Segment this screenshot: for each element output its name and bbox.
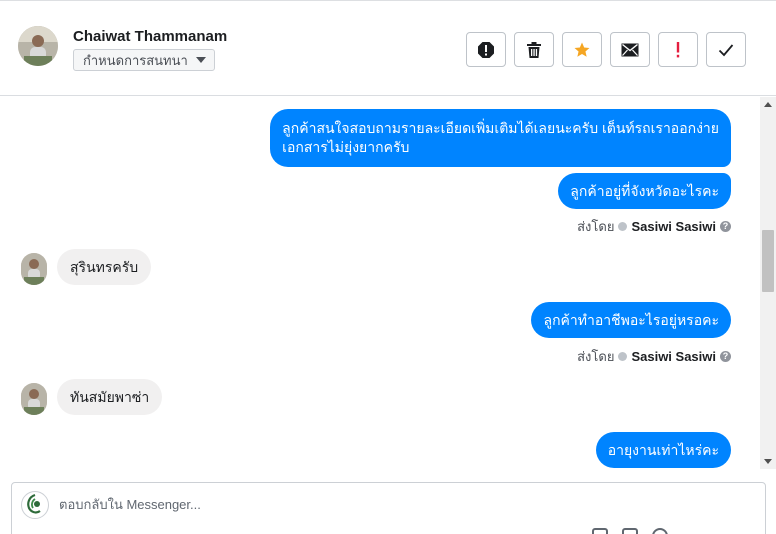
message-thread: ลูกค้าสนใจสอบถามรายละเอียดเพิ่มเติมได้เล… (0, 97, 760, 469)
question-icon[interactable]: ? (720, 351, 731, 362)
conversation-header: Chaiwat Thammanam กำหนดการสนทนา (0, 1, 776, 96)
emoji-icon[interactable] (652, 528, 668, 534)
outgoing-message: ลูกค้าทำอาชีพอะไรอยู่หรอคะ (531, 302, 731, 338)
assign-label: กำหนดการสนทนา (83, 52, 188, 68)
mark-unread-button[interactable] (610, 32, 650, 67)
incoming-message: สุรินทรครับ (57, 249, 152, 285)
incoming-message: ทันสมัยพาซ่า (57, 379, 163, 415)
checkmark-icon (718, 43, 734, 56)
message-text: ลูกค้าทำอาชีพอะไรอยู่หรอคะ (543, 311, 719, 328)
reply-input[interactable] (59, 497, 719, 512)
scroll-down-arrow-icon[interactable] (764, 459, 772, 464)
envelope-icon (621, 43, 639, 56)
sender-name[interactable]: Sasiwi Sasiwi (631, 349, 716, 364)
reply-composer (11, 482, 766, 534)
scroll-up-arrow-icon[interactable] (764, 102, 772, 107)
follow-up-button[interactable] (658, 32, 698, 67)
outgoing-message: ลูกค้าสนใจสอบถามรายละเอียดเพิ่มเติมได้เล… (270, 109, 731, 167)
sender-name[interactable]: Sasiwi Sasiwi (631, 219, 716, 234)
thread-scrollbar[interactable] (760, 97, 776, 469)
spam-button[interactable] (466, 32, 506, 67)
exclamation-icon (676, 41, 680, 57)
star-icon (574, 42, 590, 57)
conversation-actions (466, 32, 746, 67)
sent-by-prefix: ส่งโดย (577, 349, 615, 364)
verified-dot-icon (618, 222, 628, 231)
message-text: ทันสมัยพาซ่า (70, 388, 150, 405)
message-text: สุรินทรครับ (70, 258, 139, 275)
delete-button[interactable] (514, 32, 554, 67)
sent-by-label: ส่งโดย Sasiwi Sasiwi ? (577, 216, 731, 237)
message-text: เอกสารไม่ยุ่งยากครับ (282, 139, 410, 155)
mark-done-button[interactable] (706, 32, 746, 67)
question-icon[interactable]: ? (720, 221, 731, 232)
outgoing-message: อายุงานเท่าไหร่คะ (595, 432, 731, 468)
exclamation-circle-icon (478, 41, 494, 58)
contact-avatar-small[interactable] (21, 383, 47, 415)
contact-avatar[interactable] (18, 26, 58, 66)
sent-by-label: ส่งโดย Sasiwi Sasiwi ? (577, 346, 731, 367)
assign-conversation-dropdown[interactable]: กำหนดการสนทนา (73, 49, 215, 71)
contact-avatar-small[interactable] (21, 253, 47, 285)
verified-dot-icon (618, 352, 628, 361)
reply-tools (592, 528, 668, 534)
scrollbar-thumb[interactable] (762, 230, 774, 292)
message-text: อายุงานเท่าไหร่คะ (607, 441, 719, 458)
chevron-down-icon (195, 57, 206, 63)
sent-by-prefix: ส่งโดย (577, 219, 615, 234)
image-icon[interactable] (622, 528, 638, 534)
star-button[interactable] (562, 32, 602, 67)
attachment-icon[interactable] (592, 528, 608, 534)
trash-icon (527, 41, 541, 58)
outgoing-message: ลูกค้าอยู่ที่จังหวัดอะไรคะ (558, 173, 731, 209)
message-text: ลูกค้าอยู่ที่จังหวัดอะไรคะ (570, 182, 719, 199)
page-avatar (21, 491, 49, 519)
message-text: ลูกค้าสนใจสอบถามรายละเอียดเพิ่มเติมได้เล… (282, 120, 719, 136)
contact-name[interactable]: Chaiwat Thammanam (73, 28, 227, 45)
